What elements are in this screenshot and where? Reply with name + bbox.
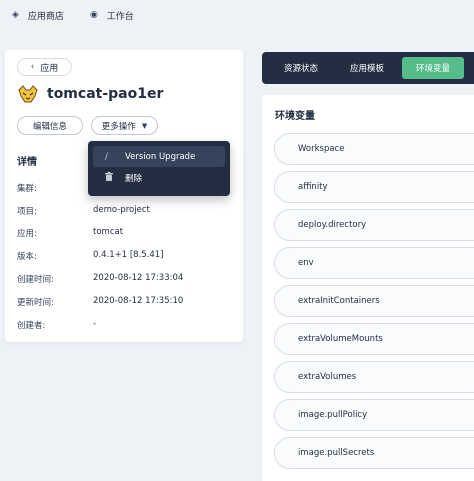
top-nav: ◈ 应用商店 ◉ 工作台: [0, 0, 474, 30]
tab-resource-status[interactable]: 资源状态: [270, 57, 332, 79]
env-item[interactable]: extraVolumeMounts: [274, 323, 474, 355]
env-item[interactable]: image.pullSecrets: [274, 437, 474, 469]
env-item[interactable]: extraInitContainers: [274, 285, 474, 317]
detail-value: 2020-08-12 17:35:10: [93, 296, 184, 306]
env-item[interactable]: extraVolumes: [274, 361, 474, 393]
app-name: tomcat-pao1er: [47, 86, 164, 102]
more-actions-label: 更多操作: [101, 121, 136, 132]
env-variables-card: 环境变量 Workspace affinity deploy.directory…: [262, 95, 474, 481]
app-detail-card: ‹ 应用 tomcat-pao1er 编辑信息 更多操作 ▼ 详情 集群: 项目…: [5, 50, 243, 342]
back-to-apps-button[interactable]: ‹ 应用: [17, 58, 72, 76]
detail-key: 更新时间:: [17, 298, 54, 308]
detail-value: -: [93, 319, 97, 329]
tab-app-template[interactable]: 应用模板: [336, 57, 398, 79]
env-item[interactable]: deploy.directory: [274, 209, 474, 241]
nav-app-store[interactable]: ◈ 应用商店: [12, 9, 64, 22]
detail-value: demo-project: [93, 205, 150, 215]
back-button-label: 应用: [40, 63, 59, 74]
menu-item-version-upgrade[interactable]: ∕ Version Upgrade: [93, 146, 225, 167]
env-item[interactable]: affinity: [274, 171, 474, 203]
detail-key: 创建时间:: [17, 275, 54, 285]
edit-info-button[interactable]: 编辑信息: [17, 116, 83, 135]
env-item[interactable]: env: [274, 247, 474, 279]
env-variables-heading: 环境变量: [275, 111, 315, 122]
app-title: tomcat-pao1er: [17, 84, 163, 104]
detail-key: 创建者:: [17, 321, 46, 331]
details-title: 详情: [17, 157, 37, 168]
nav-workbench[interactable]: ◉ 工作台: [90, 9, 134, 22]
nav-app-store-label: 应用商店: [27, 11, 64, 22]
tab-bar: 资源状态 应用模板 环境变量: [262, 52, 474, 84]
more-actions-dropdown: ∕ Version Upgrade 删除: [88, 141, 230, 196]
env-item[interactable]: Workspace: [274, 133, 474, 165]
app-store-icon: ◈: [12, 10, 19, 20]
trash-icon: [105, 171, 117, 184]
detail-key: 应用:: [17, 229, 37, 239]
env-item[interactable]: image.pullPolicy: [274, 399, 474, 431]
workbench-icon: ◉: [89, 10, 98, 20]
tomcat-logo-icon: [18, 85, 38, 103]
pencil-icon: ∕: [105, 151, 109, 162]
nav-workbench-label: 工作台: [106, 11, 134, 22]
detail-value: 0.4.1+1 [8.5.41]: [93, 250, 164, 260]
menu-item-delete[interactable]: 删除: [93, 167, 225, 188]
chevron-left-icon: ‹: [30, 62, 35, 72]
detail-value: tomcat: [93, 227, 124, 237]
menu-item-label: 删除: [125, 173, 143, 184]
detail-key: 集群:: [17, 184, 37, 194]
edit-info-label: 编辑信息: [32, 121, 67, 132]
menu-item-label: Version Upgrade: [125, 151, 196, 162]
more-actions-button[interactable]: 更多操作 ▼: [91, 116, 158, 135]
detail-key: 版本:: [17, 252, 37, 262]
tab-env-variables[interactable]: 环境变量: [402, 57, 465, 79]
detail-key: 项目:: [17, 207, 37, 217]
caret-down-icon: ▼: [141, 121, 148, 130]
detail-value: 2020-08-12 17:33:04: [93, 273, 184, 283]
